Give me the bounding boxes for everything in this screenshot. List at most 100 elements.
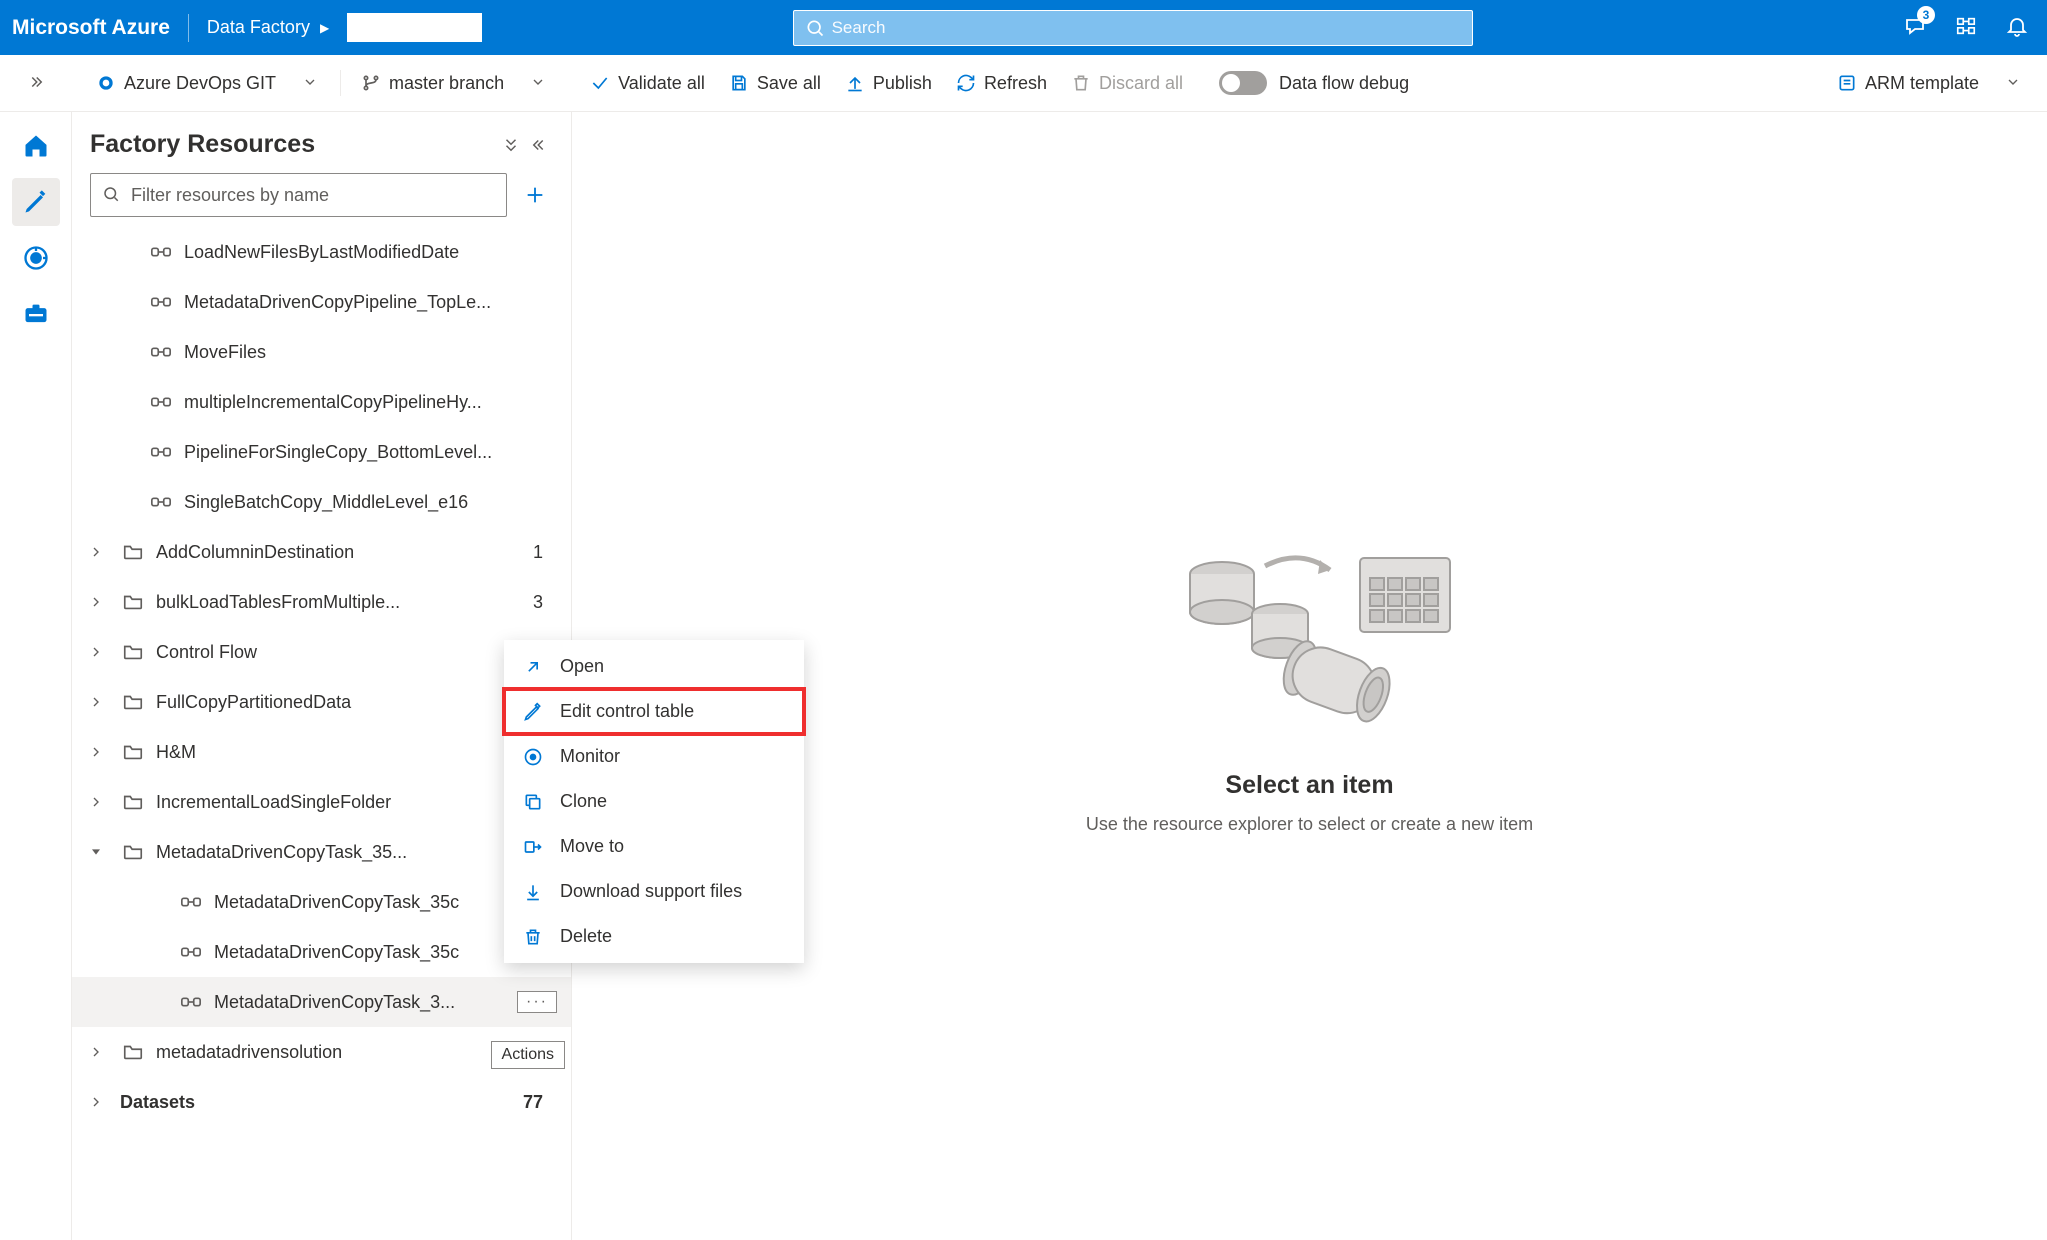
switch-icon[interactable] (1955, 15, 1977, 40)
data-flow-debug-toggle[interactable] (1219, 71, 1267, 95)
menu-item-move[interactable]: Move to (504, 824, 804, 869)
tree-row[interactable]: bulkLoadTablesFromMultiple...3 (72, 577, 571, 627)
tree-row-actions-button[interactable]: ··· (517, 991, 557, 1013)
tree-caret-icon[interactable] (82, 644, 110, 660)
publish-button[interactable]: Publish (837, 67, 940, 100)
toolbar-sep (340, 70, 341, 96)
service-label: Data Factory (207, 17, 310, 38)
tree-row[interactable]: Datasets 77 (72, 1077, 571, 1127)
collapse-down-icon[interactable] (497, 131, 525, 159)
tree-caret-icon[interactable] (82, 794, 110, 810)
menu-item-monitor[interactable]: Monitor (504, 734, 804, 779)
tree-row-label: Control Flow (156, 642, 557, 663)
menu-item-clone[interactable]: Clone (504, 779, 804, 824)
branch-chevron-down-icon[interactable] (520, 68, 556, 99)
tree-caret-icon[interactable] (82, 694, 110, 710)
tree-row-label: MetadataDrivenCopyPipeline_TopLe... (184, 292, 557, 313)
collapse-left-icon[interactable] (525, 131, 553, 159)
repo-chevron-down-icon[interactable] (292, 68, 328, 99)
menu-item-download[interactable]: Download support files (504, 869, 804, 914)
pipeline-icon (148, 241, 174, 263)
tree-row[interactable]: FullCopyPartitionedData (72, 677, 571, 727)
menu-item-label: Download support files (560, 881, 742, 902)
tree-row[interactable]: H&M (72, 727, 571, 777)
tree-row-label: PipelineForSingleCopy_BottomLevel... (184, 442, 557, 463)
notifications-bell-icon[interactable] (2005, 14, 2029, 41)
tree-row-label: MetadataDrivenCopyTask_3... (214, 992, 507, 1013)
arm-template-label: ARM template (1865, 73, 1979, 94)
rail-author-button[interactable] (12, 178, 60, 226)
branch-label: master branch (389, 73, 504, 94)
rail-monitor-button[interactable] (12, 234, 60, 282)
data-flow-debug-label: Data flow debug (1275, 67, 1417, 100)
discard-all-button[interactable]: Discard all (1063, 67, 1191, 100)
tree-row[interactable]: AddColumninDestination1 (72, 527, 571, 577)
tree-row[interactable]: LoadNewFilesByLastModifiedDate (72, 227, 571, 277)
tree-row-label: FullCopyPartitionedData (156, 692, 557, 713)
service-breadcrumb[interactable]: Data Factory ▶ (207, 13, 482, 42)
nav-rail (0, 112, 72, 1240)
redacted-resource-name (347, 13, 482, 42)
arm-template-button[interactable]: ARM template (1829, 67, 1987, 100)
move-icon (522, 837, 544, 857)
resources-title: Factory Resources (90, 130, 497, 159)
expand-rail-button[interactable] (17, 67, 55, 100)
arm-template-chevron-down-icon[interactable] (1995, 68, 2031, 99)
canvas-title: Select an item (1225, 771, 1393, 800)
tree-row[interactable]: metadatadrivensolutionActions (72, 1027, 571, 1077)
tree-row-label: Datasets (120, 1092, 513, 1113)
resource-tree: LoadNewFilesByLastModifiedDate MetadataDr… (72, 227, 571, 1240)
validate-all-button[interactable]: Validate all (582, 67, 713, 100)
tree-row[interactable]: multipleIncrementalCopyPipelineHy... (72, 377, 571, 427)
branch-selector[interactable]: master branch (353, 67, 512, 100)
main-area: Factory Resources (0, 112, 2047, 1240)
feedback-icon[interactable]: 3 (1903, 14, 1927, 41)
menu-item-open[interactable]: Open (504, 644, 804, 689)
add-resource-button[interactable] (517, 177, 553, 213)
tree-row[interactable]: MetadataDrivenCopyPipeline_TopLe... (72, 277, 571, 327)
tree-caret-icon[interactable] (82, 594, 110, 610)
tree-row[interactable]: PipelineForSingleCopy_BottomLevel... (72, 427, 571, 477)
folder-icon (120, 791, 146, 813)
filter-resources-input[interactable] (90, 173, 507, 217)
tree-row[interactable]: SingleBatchCopy_MiddleLevel_e16 (72, 477, 571, 527)
delete-icon (522, 927, 544, 947)
global-search-wrap (793, 10, 1473, 46)
menu-item-edit[interactable]: Edit control table (504, 689, 804, 734)
monitor-icon (522, 747, 544, 767)
pipeline-icon (178, 891, 204, 913)
tree-row[interactable]: MoveFiles (72, 327, 571, 377)
tree-row[interactable]: MetadataDrivenCopyTask_3... ··· (72, 977, 571, 1027)
tree-caret-icon[interactable] (82, 544, 110, 560)
open-icon (522, 657, 544, 677)
tree-row[interactable]: MetadataDrivenCopyTask_35... (72, 827, 571, 877)
rail-manage-button[interactable] (12, 290, 60, 338)
tree-row-count: 3 (533, 592, 557, 613)
folder-icon (120, 1041, 146, 1063)
tree-row[interactable]: Control Flow (72, 627, 571, 677)
notification-badge: 3 (1917, 6, 1935, 24)
clone-icon (522, 792, 544, 812)
tree-row[interactable]: IncrementalLoadSingleFolder (72, 777, 571, 827)
tree-row-label: MetadataDrivenCopyTask_35... (156, 842, 557, 863)
tree-caret-icon[interactable] (82, 1094, 110, 1110)
tree-row-count: 77 (523, 1092, 557, 1113)
menu-item-label: Open (560, 656, 604, 677)
repo-selector[interactable]: Azure DevOps GIT (88, 67, 284, 100)
global-search-input[interactable] (793, 10, 1473, 46)
tree-caret-icon[interactable] (82, 844, 110, 860)
tree-row[interactable]: MetadataDrivenCopyTask_35c (72, 877, 571, 927)
save-all-button[interactable]: Save all (721, 67, 829, 100)
tree-row[interactable]: MetadataDrivenCopyTask_35c (72, 927, 571, 977)
tree-caret-icon[interactable] (82, 1044, 110, 1060)
pipeline-icon (178, 941, 204, 963)
menu-item-delete[interactable]: Delete (504, 914, 804, 959)
refresh-button[interactable]: Refresh (948, 67, 1055, 100)
toolbar: Azure DevOps GIT master branch Validate … (0, 55, 2047, 112)
rail-home-button[interactable] (12, 122, 60, 170)
tree-row-label: SingleBatchCopy_MiddleLevel_e16 (184, 492, 557, 513)
tree-caret-icon[interactable] (82, 744, 110, 760)
repo-label: Azure DevOps GIT (124, 73, 276, 94)
menu-item-label: Edit control table (560, 701, 694, 722)
refresh-label: Refresh (984, 73, 1047, 94)
